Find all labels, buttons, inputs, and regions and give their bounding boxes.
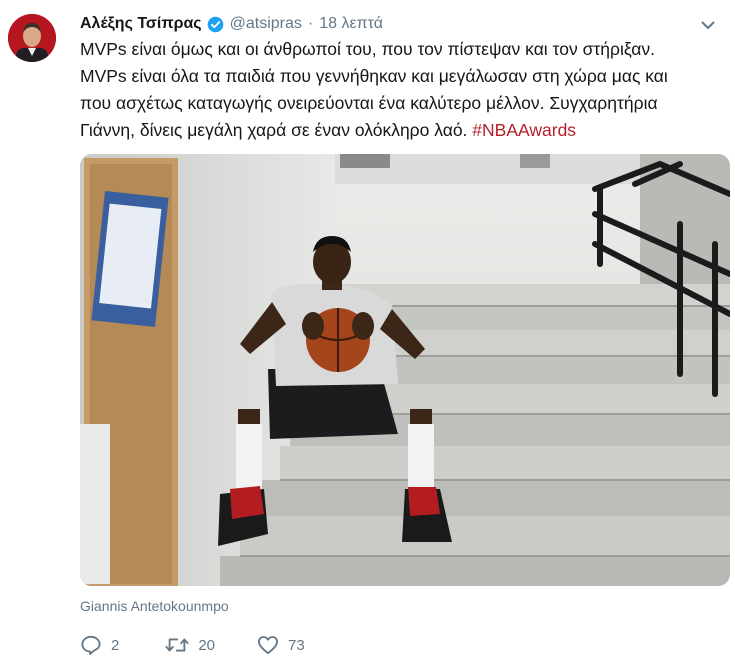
author-handle[interactable]: @atsipras bbox=[230, 15, 302, 33]
heart-icon bbox=[257, 635, 279, 655]
verified-badge-icon bbox=[207, 16, 224, 33]
tweet-text: MVPs είναι όμως και οι άνθρωποί του, που… bbox=[80, 36, 730, 144]
tweet-text-line: MVPs είναι όλα τα παιδιά που γεννήθηκαν … bbox=[80, 66, 668, 86]
tweet-text-line: MVPs είναι όμως και οι άνθρωποί του, που… bbox=[80, 39, 655, 59]
author-name[interactable]: Αλέξης Τσίπρας bbox=[80, 15, 202, 33]
tweet-photo[interactable] bbox=[80, 154, 730, 586]
media-caption[interactable]: Giannis Antetokounmpo bbox=[80, 598, 229, 614]
tweet-text-line: που ασχέτως καταγωγής ονειρεύονται ένα κ… bbox=[80, 93, 658, 113]
tweet-text-line-last: Γιάννη, δίνεις μεγάλη χαρά σε έναν ολόκλ… bbox=[80, 117, 730, 144]
retweet-icon bbox=[165, 636, 189, 654]
separator-dot: · bbox=[307, 15, 314, 32]
tweet-header: Αλέξης Τσίπρας @atsipras · 18 λεπτά bbox=[80, 12, 725, 36]
reply-icon bbox=[80, 635, 102, 655]
tweet-actions: 2 20 73 bbox=[80, 632, 347, 658]
retweet-count: 20 bbox=[198, 636, 216, 654]
chevron-down-icon[interactable] bbox=[697, 16, 719, 34]
retweet-button[interactable]: 20 bbox=[165, 636, 215, 654]
hashtag-link[interactable]: #NBAAwards bbox=[472, 120, 576, 140]
reply-button[interactable]: 2 bbox=[80, 635, 119, 655]
reply-count: 2 bbox=[111, 636, 120, 654]
like-button[interactable]: 73 bbox=[257, 635, 305, 655]
like-count: 73 bbox=[288, 636, 305, 654]
tweet-timestamp[interactable]: 18 λεπτά bbox=[319, 15, 383, 33]
tweet-text-line: Γιάννη, δίνεις μεγάλη χαρά σε έναν ολόκλ… bbox=[80, 120, 468, 140]
avatar[interactable] bbox=[8, 14, 56, 62]
